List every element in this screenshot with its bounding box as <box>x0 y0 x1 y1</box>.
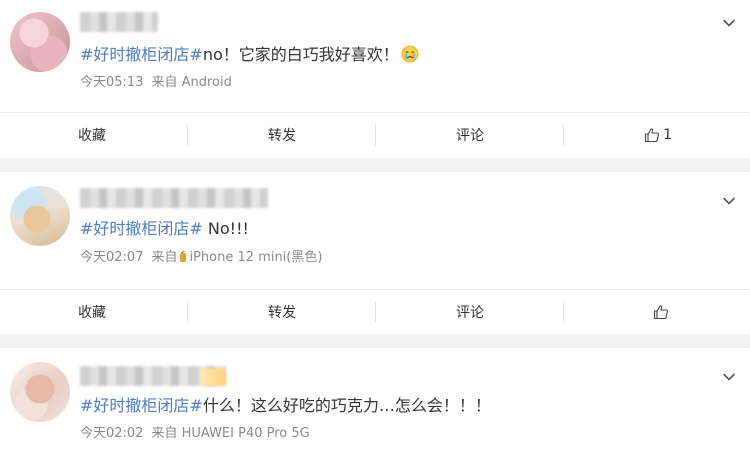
device-icon <box>180 251 187 262</box>
post-meta: 今天02:07 来自 iPhone 12 mini(黑色) <box>80 249 322 267</box>
collect-label: 收藏 <box>78 305 106 321</box>
collect-button[interactable]: 收藏 <box>0 290 188 334</box>
username-badge-blurred <box>200 368 226 386</box>
comment-label: 评论 <box>456 305 484 321</box>
username-blurred[interactable] <box>80 188 268 208</box>
post-body: 什么！这么好吃的巧克力…怎么会！！！ <box>202 396 491 415</box>
comment-button[interactable]: 评论 <box>376 113 564 157</box>
avatar[interactable] <box>10 12 70 72</box>
post-text: #好时撤柜闭店#no！它家的白巧我好喜欢！ <box>80 44 419 66</box>
post-time: 今天05:13 <box>80 75 144 90</box>
post-source-prefix: 来自 <box>151 250 178 265</box>
repost-label: 转发 <box>268 128 296 144</box>
post-source[interactable]: iPhone 12 mini(黑色) <box>189 250 322 265</box>
crying-face-icon <box>401 45 419 63</box>
collect-button[interactable]: 收藏 <box>0 113 188 157</box>
comment-label: 评论 <box>456 128 484 144</box>
like-count: 1 <box>663 127 672 143</box>
post-source: 来自 HUAWEI P40 Pro 5G <box>151 426 310 441</box>
chevron-down-icon[interactable] <box>722 194 736 208</box>
thumbs-up-icon <box>653 305 668 320</box>
avatar[interactable] <box>10 362 70 422</box>
action-bar: 收藏 转发 评论 1 <box>0 112 750 157</box>
like-button[interactable]: 1 <box>564 113 750 157</box>
repost-label: 转发 <box>268 305 296 321</box>
topic-link[interactable]: #好时撤柜闭店# <box>80 45 203 64</box>
repost-button[interactable]: 转发 <box>188 113 376 157</box>
post-source: 来自 Android <box>151 75 232 90</box>
post-meta: 今天02:02 来自 HUAWEI P40 Pro 5G <box>80 425 310 443</box>
action-bar: 收藏 转发 评论 <box>0 289 750 334</box>
chevron-down-icon[interactable] <box>722 370 736 384</box>
post-time: 今天02:02 <box>80 426 144 441</box>
repost-button[interactable]: 转发 <box>188 290 376 334</box>
avatar[interactable] <box>10 186 70 246</box>
topic-link[interactable]: #好时撤柜闭店# <box>80 396 203 415</box>
comment-button[interactable]: 评论 <box>376 290 564 334</box>
post-card: #好时撤柜闭店#no！它家的白巧我好喜欢！ 今天05:13 来自 Android … <box>0 0 750 158</box>
post-time: 今天02:07 <box>80 250 144 265</box>
thumbs-up-icon <box>645 128 659 143</box>
post-meta: 今天05:13 来自 Android <box>80 74 232 92</box>
chevron-down-icon[interactable] <box>722 16 736 30</box>
like-button[interactable] <box>564 290 750 334</box>
username-blurred[interactable] <box>80 12 158 32</box>
post-text: #好时撤柜闭店#什么！这么好吃的巧克力…怎么会！！！ <box>80 395 491 417</box>
topic-link[interactable]: #好时撤柜闭店# <box>80 219 203 238</box>
collect-label: 收藏 <box>78 128 106 144</box>
post-body: no！它家的白巧我好喜欢！ <box>202 45 399 64</box>
post-text: #好时撤柜闭店# No!!! <box>80 218 249 240</box>
post-body: No!!! <box>202 219 249 238</box>
